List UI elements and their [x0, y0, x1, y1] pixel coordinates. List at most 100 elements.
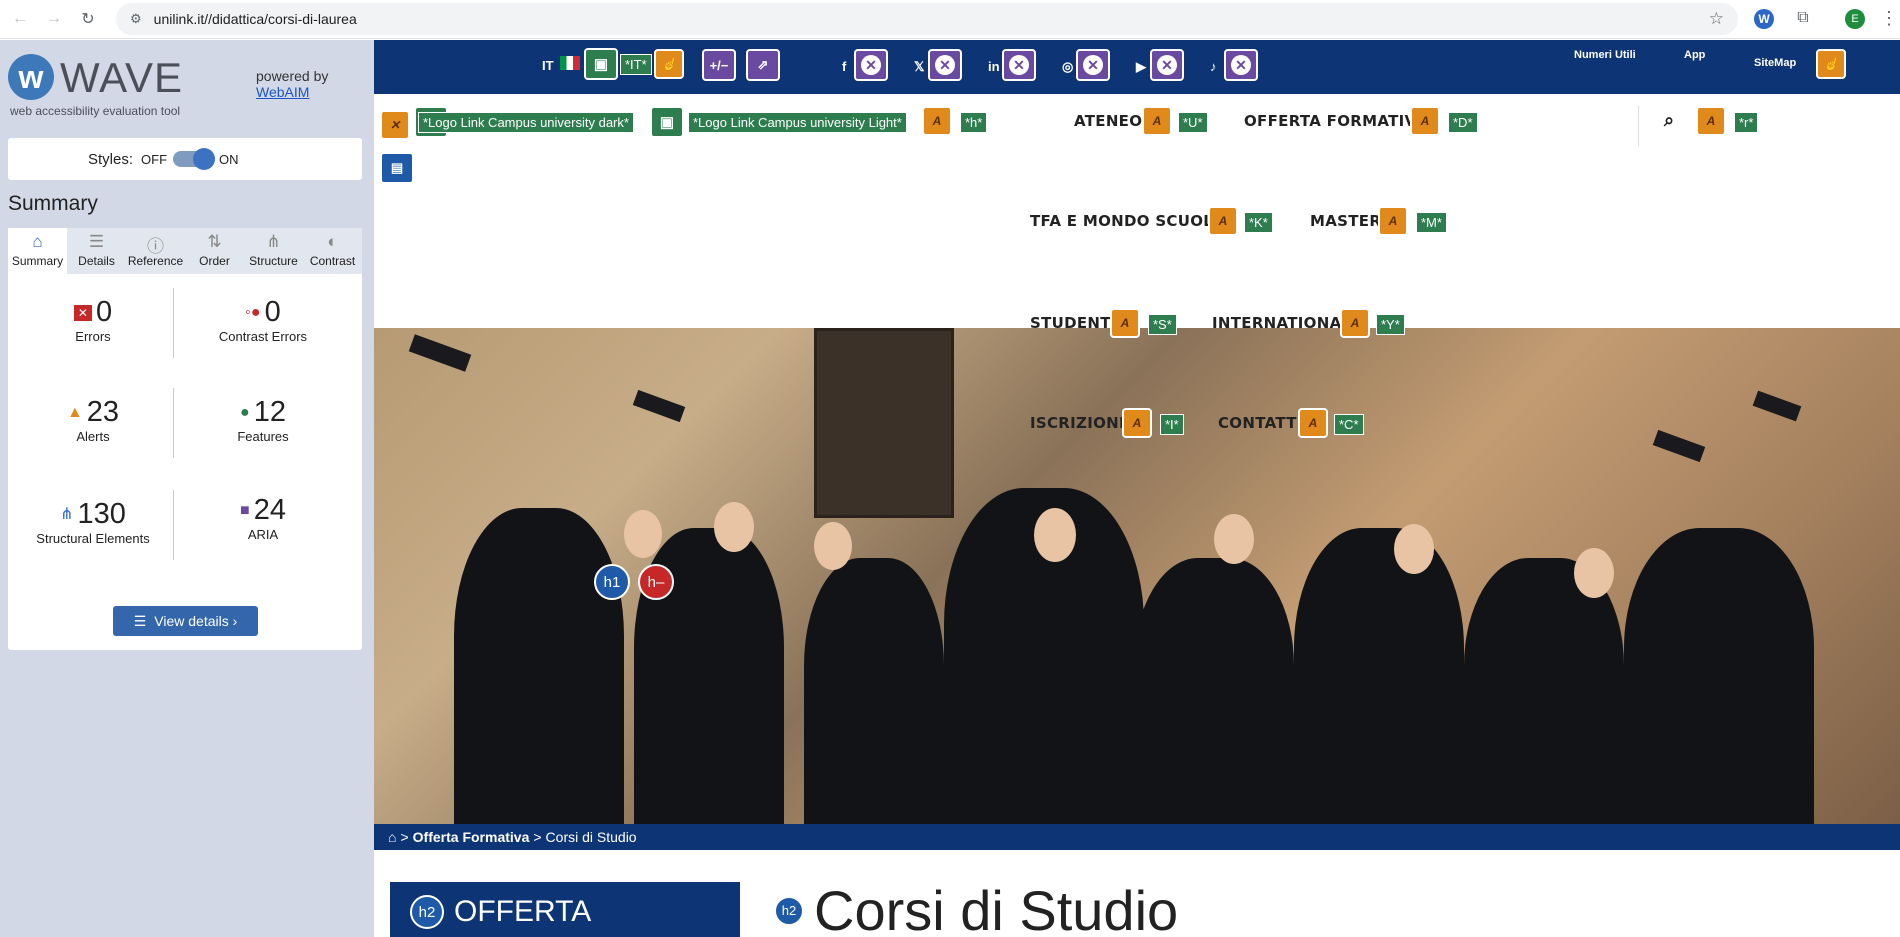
profile-avatar[interactable]: E — [1845, 9, 1865, 29]
site-info-icon[interactable]: ⚙ — [130, 11, 142, 27]
youtube-icon[interactable]: ▶ — [1136, 59, 1146, 75]
menu-international[interactable]: INTERNATIONAL — [1212, 314, 1351, 332]
tab-summary[interactable]: ⌂ Summary — [8, 228, 67, 274]
wave-logo-icon: w — [8, 54, 54, 100]
styles-on-label: ON — [219, 151, 239, 167]
alert-badge-icon: A — [1696, 106, 1726, 136]
alert-badge-icon: A — [1298, 408, 1328, 438]
address-bar[interactable]: ⚙ unilink.it//didattica/corsi-di-laurea … — [116, 3, 1738, 35]
styles-toggle-box: Styles: OFF ON — [8, 138, 362, 180]
image-feature-icon: ▣ — [584, 48, 618, 80]
features-stat: ● 12 Features — [178, 396, 348, 444]
tab-contrast[interactable]: ◐ Contrast — [303, 228, 362, 274]
menu-contatti[interactable]: CONTATTI — [1218, 414, 1303, 432]
wave-extension-icon[interactable]: W — [1754, 9, 1774, 29]
alt-text-label: *IT* — [620, 54, 652, 75]
menu-master[interactable]: MASTER — [1310, 212, 1381, 230]
reload-icon[interactable]: ↻ — [74, 5, 102, 33]
forward-icon[interactable]: → — [40, 5, 68, 33]
accesskey-label: *I* — [1160, 414, 1184, 435]
features-count: 12 — [253, 396, 286, 428]
powered-by-label: powered by — [256, 68, 329, 84]
aria-count: 24 — [253, 494, 286, 526]
order-icon: ⇅ — [207, 232, 222, 251]
browser-menu-icon[interactable]: ⋮ — [1878, 7, 1900, 29]
thrown-cap — [632, 389, 686, 423]
thrown-cap — [1652, 429, 1706, 463]
face — [1034, 508, 1076, 562]
offerta-heading-text: OFFERTA — [454, 895, 592, 928]
tab-order[interactable]: ⇅ Order — [185, 228, 244, 274]
app-link[interactable]: App — [1684, 49, 1705, 61]
page-title: h2 Corsi di Studio — [774, 878, 1178, 937]
feature-icon: ● — [240, 404, 250, 421]
accesskey-label: *U* — [1178, 112, 1208, 133]
accesskey-label: *D* — [1448, 112, 1478, 133]
features-label: Features — [237, 429, 289, 444]
structural-label: Structural Elements — [36, 531, 150, 546]
tab-label: Order — [199, 254, 230, 268]
language-selector[interactable]: IT — [542, 58, 554, 73]
building-window — [814, 328, 954, 518]
menu-ateneo[interactable]: ATENEO — [1074, 112, 1142, 130]
view-details-button[interactable]: ☰ View details › — [113, 606, 258, 636]
alert-badge-icon: ☝ — [654, 49, 684, 79]
tab-reference[interactable]: ⓘ Reference — [126, 228, 185, 274]
alert-icon: ▲ — [66, 404, 83, 421]
graduate-figure — [1294, 528, 1464, 828]
url-text: unilink.it//didattica/corsi-di-laurea — [153, 11, 357, 27]
thrown-cap — [408, 334, 472, 372]
aria-expanded-icon: +/− — [702, 49, 736, 81]
alert-badge-icon: A — [1410, 106, 1440, 136]
tiktok-icon[interactable]: ♪ — [1210, 59, 1217, 74]
structure-icon: ⋔ — [266, 232, 281, 251]
home-icon[interactable]: ⌂ — [388, 829, 396, 845]
bookmark-star-icon[interactable]: ☆ — [1709, 9, 1724, 29]
alert-badge-icon: ✕ — [380, 110, 410, 140]
alert-badge-icon: A — [1142, 106, 1172, 136]
instagram-icon[interactable]: ◎ — [1062, 59, 1073, 75]
styles-toggle[interactable] — [173, 148, 216, 170]
extensions-icon[interactable]: ⧉ — [1792, 7, 1814, 29]
divider — [1638, 106, 1639, 146]
logo-dark-alt: *Logo Link Campus university dark* — [418, 112, 634, 133]
accesskey-label: *S* — [1148, 314, 1177, 335]
contrast-errors-label: Contrast Errors — [218, 329, 308, 344]
styles-off-label: OFF — [141, 151, 168, 167]
numeri-utili-link[interactable]: Numeri Utili — [1574, 49, 1636, 61]
website-page: IT ▣ *IT* ☝ +/− ⇗ f ✕ 𝕏 ✕ in ✕ ◎ ✕ ▶ ✕ ♪… — [374, 40, 1900, 937]
sitemap-link[interactable]: SiteMap — [1754, 57, 1796, 69]
breadcrumb-offerta-link[interactable]: Offerta Formativa — [413, 829, 530, 845]
page-title-text: Corsi di Studio — [814, 879, 1179, 937]
search-icon[interactable]: ⌕ — [1664, 110, 1674, 131]
accesskey-label: *M* — [1416, 212, 1447, 233]
list-icon: ☰ — [133, 612, 147, 629]
h2-marker-icon: h2 — [774, 895, 804, 926]
tab-details[interactable]: ☰ Details — [67, 228, 126, 274]
alert-badge-icon: A — [1122, 408, 1152, 438]
face — [1214, 514, 1254, 564]
graduate-figure — [454, 508, 624, 828]
linkedin-icon[interactable]: in — [988, 59, 1000, 74]
italy-flag-icon — [560, 56, 580, 70]
x-twitter-icon[interactable]: 𝕏 — [914, 59, 924, 75]
tab-structure[interactable]: ⋔ Structure — [244, 228, 303, 274]
alert-badge-icon: A — [1340, 308, 1370, 338]
tab-label: Reference — [127, 254, 184, 268]
aria-icon: ■ — [240, 502, 250, 519]
wave-sidebar: w WAVE web accessibility evaluation tool… — [0, 40, 374, 937]
menu-offerta-formativa[interactable]: OFFERTA FORMATIVA — [1244, 112, 1427, 130]
webaim-link[interactable]: WebAIM — [256, 84, 309, 100]
menu-tfa-mondo-scuola[interactable]: TFA E MONDO SCUOLA — [1030, 212, 1225, 230]
menu-iscrizione[interactable]: ISCRIZIONE — [1030, 414, 1130, 432]
accesskey-label: *C* — [1334, 414, 1364, 435]
structural-stat: ⋔ 130 Structural Elements — [8, 498, 178, 546]
back-icon[interactable]: ← — [6, 5, 34, 33]
hero-image: STUDENTI A *S* INTERNATIONAL A *Y* ISCRI… — [374, 308, 1900, 828]
info-icon: ⓘ — [147, 237, 164, 256]
menu-studenti[interactable]: STUDENTI — [1030, 314, 1117, 332]
structure-element-icon: ⋔ — [60, 506, 74, 523]
facebook-icon[interactable]: f — [842, 59, 846, 74]
error-badge-icon: ✕ — [928, 49, 962, 81]
home-icon: ⌂ — [32, 232, 43, 251]
